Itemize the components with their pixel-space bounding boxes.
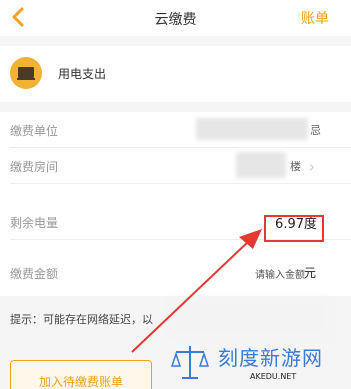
watermark-text: 刻度新游网: [218, 346, 323, 370]
annotation-arrow-icon: [131, 229, 262, 353]
scale-logo-icon: [170, 346, 210, 379]
watermark: 刻度新游网 AKEDU.NET: [160, 332, 351, 389]
watermark-url: AKEDU.NET: [250, 372, 297, 381]
